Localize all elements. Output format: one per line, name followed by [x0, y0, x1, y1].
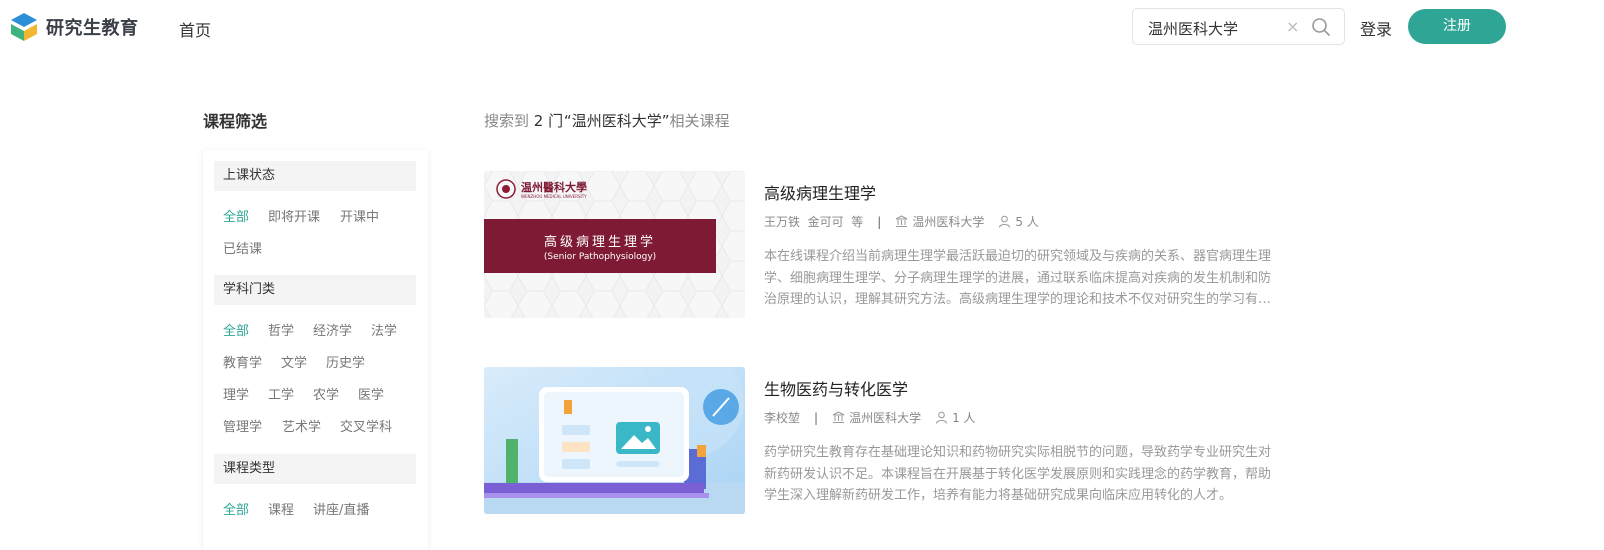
course-thumbnail[interactable]: 温州醫科大學 WENZHOU MEDICAL UNIVERSITY 高级病理生理…: [484, 171, 745, 318]
nav-home-link[interactable]: 首页: [179, 17, 211, 41]
filter-option[interactable]: 交叉学科: [340, 416, 392, 435]
meta-divider: |: [814, 410, 819, 425]
top-header: 研究生教育 首页 温州医科大学 × 登录 注册: [0, 0, 1604, 54]
filter-option[interactable]: 已结课: [223, 238, 262, 257]
course-title[interactable]: 高级病理生理学: [764, 180, 876, 204]
filter-option[interactable]: 讲座/直播: [313, 499, 369, 518]
filter-option[interactable]: 法学: [371, 320, 397, 339]
filter-panel: 上课状态 全部 即将开课 开课中 已结课 学科门类 全部 哲学 经济学 法学 教…: [203, 150, 428, 550]
register-button[interactable]: 注册: [1408, 9, 1506, 44]
filter-option[interactable]: 教育学: [223, 352, 262, 371]
filter-option[interactable]: 哲学: [268, 320, 294, 339]
course-learners: 5 人: [1015, 215, 1039, 229]
course-card[interactable]: 温州醫科大學 WENZHOU MEDICAL UNIVERSITY 高级病理生理…: [484, 171, 1284, 319]
site-logo[interactable]: 研究生教育: [10, 12, 139, 42]
filter-option[interactable]: 历史学: [326, 352, 365, 371]
course-school: 温州医科大学: [849, 411, 922, 425]
filter-option[interactable]: 全部: [223, 206, 249, 225]
filter-title: 课程筛选: [203, 112, 268, 131]
course-teachers: 王万铁 金可可 等: [764, 215, 864, 229]
filter-option[interactable]: 理学: [223, 384, 249, 403]
thumb-banner-subtitle: (Senior Pathophysiology): [543, 252, 657, 262]
course-description: 药学研究生教育存在基础理论知识和药物研究实际相脱节的问题，导致药学专业研究生对新…: [764, 445, 1272, 503]
filter-option[interactable]: 全部: [223, 320, 249, 339]
result-summary: 搜索到 2 门 “温州医科大学”相关课程: [484, 110, 729, 131]
filter-option[interactable]: 课程: [268, 499, 294, 518]
meta-divider: |: [877, 214, 882, 229]
course-thumbnail[interactable]: [484, 367, 745, 514]
summary-suffix: 相关课程: [669, 112, 730, 130]
summary-prefix: 搜索到: [484, 112, 530, 130]
course-description: 本在线课程介绍当前病理生理学最活跃最迫切的研究领域及与疾病的关系、器官病理生理学…: [764, 249, 1272, 307]
filter-group-type: 课程类型: [214, 454, 416, 484]
clear-icon[interactable]: ×: [1286, 18, 1300, 36]
filter-option[interactable]: 全部: [223, 499, 249, 518]
school-icon: [832, 411, 845, 424]
user-icon: [998, 215, 1011, 228]
logo-text: 研究生教育: [46, 18, 139, 39]
course-meta: 李校堃 | 温州医科大学 1 人: [764, 409, 976, 426]
user-icon: [935, 411, 948, 424]
course-title[interactable]: 生物医药与转化医学: [764, 376, 908, 400]
course-teachers: 李校堃: [764, 411, 801, 425]
course-school: 温州医科大学: [912, 215, 985, 229]
summary-count: 2: [533, 112, 544, 130]
search-input[interactable]: 温州医科大学: [1148, 18, 1238, 39]
filter-option[interactable]: 经济学: [313, 320, 352, 339]
course-learners: 1 人: [952, 411, 976, 425]
school-icon: [895, 215, 908, 228]
summary-unit: 门: [548, 112, 564, 130]
logo-icon: [10, 12, 38, 42]
filter-option[interactable]: 工学: [268, 384, 294, 403]
filter-option[interactable]: 艺术学: [282, 416, 321, 435]
search-icon[interactable]: [1311, 17, 1331, 37]
filter-group-status: 上课状态: [214, 161, 416, 191]
filter-option[interactable]: 医学: [358, 384, 384, 403]
summary-query: “温州医科大学”: [563, 112, 670, 130]
course-card[interactable]: 生物医药与转化医学 李校堃 | 温州医科大学 1 人 药学研究生教育存在基础理论…: [484, 367, 1284, 515]
filter-group-discipline: 学科门类: [214, 275, 416, 305]
filter-option[interactable]: 农学: [313, 384, 339, 403]
search-box[interactable]: 温州医科大学 ×: [1132, 8, 1345, 45]
filter-option[interactable]: 即将开课: [268, 206, 320, 225]
thumb-banner-title: 高级病理生理学: [543, 235, 656, 250]
login-link[interactable]: 登录: [1360, 16, 1392, 40]
filter-option[interactable]: 管理学: [223, 416, 262, 435]
thumb-school-name: 温州醫科大學: [521, 181, 587, 194]
course-meta: 王万铁 金可可 等 | 温州医科大学 5 人: [764, 213, 1039, 230]
thumb-school-en: WENZHOU MEDICAL UNIVERSITY: [521, 194, 587, 199]
filter-option[interactable]: 开课中: [340, 206, 379, 225]
filter-option[interactable]: 文学: [281, 352, 307, 371]
